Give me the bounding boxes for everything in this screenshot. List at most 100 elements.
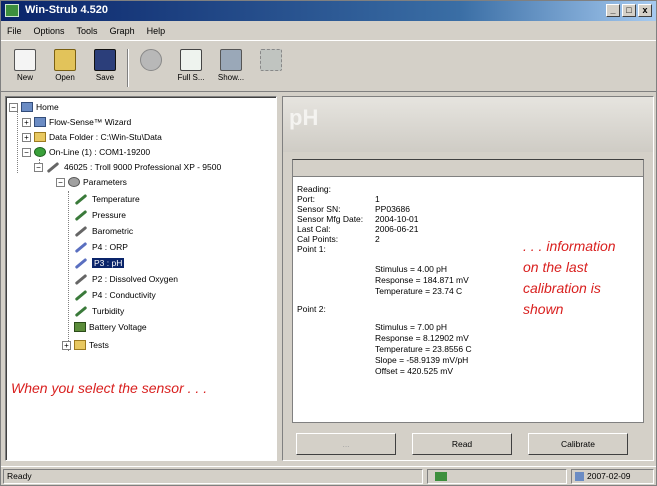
show-label: Show... [217, 73, 245, 82]
tree-item-label: Turbidity [92, 306, 125, 316]
expand-icon[interactable]: + [22, 132, 31, 142]
title-bar[interactable]: Win-Strub 4.520 _ □ x [1, 1, 656, 21]
status-date-text: 2007-02-09 [587, 471, 631, 481]
new-label: New [16, 73, 33, 82]
reading-label: Reading: [297, 184, 332, 194]
tree-item-orp[interactable]: P4 : ORP [74, 241, 128, 253]
tree-item-label: Temperature [92, 194, 140, 204]
tree-item-device[interactable]: − 46025 : Troll 9000 Professional XP - 9… [34, 161, 221, 173]
annotation-right-3: calibration is [523, 280, 601, 296]
calibrate-button[interactable]: Calibrate [528, 433, 628, 455]
detail-header: pH [283, 97, 653, 152]
collapse-icon[interactable]: − [9, 102, 18, 112]
tree-item-label: P4 : ORP [92, 242, 128, 252]
minimize-button[interactable]: _ [606, 4, 620, 17]
tree-item-online[interactable]: − On-Line (1) : COM1-19200 [22, 146, 150, 158]
point1-label: Point 1: [297, 244, 326, 254]
maximize-button[interactable]: □ [622, 4, 636, 17]
tree-item-parameters[interactable]: − Parameters [56, 176, 127, 188]
menu-graph[interactable]: Graph [110, 26, 135, 36]
new-button[interactable]: New [7, 47, 43, 91]
mfg-date-label: Sensor Mfg Date: [297, 214, 364, 224]
save-button[interactable]: Save [87, 47, 123, 91]
menu-tools[interactable]: Tools [77, 26, 98, 36]
point2-slope: Slope = -58.9139 mV/pH [375, 355, 469, 365]
tree-item-label: Barometric [92, 226, 134, 236]
disabled-tool-button[interactable] [133, 47, 169, 91]
tree-item-pressure[interactable]: Pressure [74, 209, 126, 221]
menu-options[interactable]: Options [34, 26, 65, 36]
last-cal-value: 2006-06-21 [375, 224, 419, 234]
stop-icon [140, 49, 162, 71]
probe-icon [74, 289, 88, 301]
tree-item-home[interactable]: − Home [9, 101, 59, 113]
tree-item-temperature[interactable]: Temperature [74, 193, 140, 205]
mfg-date-value: 2004-10-01 [375, 214, 419, 224]
point2-offset: Offset = 420.525 mV [375, 366, 454, 376]
tree-item-label: Flow-Sense™ Wizard [49, 117, 132, 127]
cal-points-label: Cal Points: [297, 234, 339, 244]
close-button[interactable]: x [638, 4, 652, 17]
full-screen-button[interactable]: Full S... [173, 47, 209, 91]
collapse-icon[interactable]: − [34, 162, 43, 172]
calendar-icon [575, 472, 584, 482]
menu-bar: File Options Tools Graph Help [1, 22, 656, 39]
status-text: Ready [3, 469, 423, 484]
point1-stimulus: Stimulus = 4.00 pH [375, 264, 448, 274]
tree-item-label: Pressure [92, 210, 127, 220]
disabled-button[interactable]: ... [296, 433, 396, 455]
detail-panel: pH Reading: Port: 1 Sensor SN: PP03686 S… [282, 96, 654, 461]
show-button[interactable]: Show... [213, 47, 249, 91]
tree-item-barometric[interactable]: Barometric [74, 225, 133, 237]
status-connection [427, 469, 567, 484]
point2-temperature: Temperature = 23.8556 C [375, 344, 472, 354]
probe-icon [74, 209, 88, 221]
tree-item-label: Data Folder : C:\Win-Stu\Data [49, 132, 162, 142]
tree-item-tests[interactable]: + Tests [62, 339, 109, 351]
open-button[interactable]: Open [47, 47, 83, 91]
menu-help[interactable]: Help [147, 26, 166, 36]
floppy-disk-icon [94, 49, 116, 71]
tree-item-label: Home [36, 102, 59, 112]
open-folder-icon [54, 49, 76, 71]
collapse-icon[interactable]: − [56, 177, 65, 187]
probe-icon [74, 225, 88, 237]
tree-item-ph[interactable]: P3 : pH [74, 257, 125, 269]
menu-file[interactable]: File [7, 26, 22, 36]
show-icon [220, 49, 242, 71]
parameters-icon [68, 177, 80, 187]
tree-item-wizard[interactable]: + Flow-Sense™ Wizard [22, 116, 131, 128]
connection-status-icon [435, 472, 447, 482]
tree-item-battery-voltage[interactable]: Battery Voltage [74, 321, 147, 333]
point1-response: Response = 184.871 mV [375, 275, 469, 285]
point2-stimulus: Stimulus = 7.00 pH [375, 322, 448, 332]
tree-item-turbidity[interactable]: Turbidity [74, 305, 124, 317]
tool-icon [260, 49, 282, 71]
instrument-icon [46, 161, 60, 173]
status-bar: Ready 2007-02-09 [1, 466, 656, 485]
window-controls: _ □ x [606, 4, 652, 17]
navigation-tree[interactable]: − Home + Flow-Sense™ Wizard + Data Folde… [5, 96, 277, 461]
app-window: Win-Strub 4.520 _ □ x File Options Tools… [0, 0, 657, 486]
collapse-icon[interactable]: − [22, 147, 31, 157]
save-label: Save [95, 73, 115, 82]
status-date: 2007-02-09 [571, 469, 654, 484]
tests-icon [74, 340, 86, 350]
expand-icon[interactable]: + [22, 117, 31, 127]
annotation-right-2: on the last [523, 259, 588, 275]
tree-item-label: Battery Voltage [89, 322, 147, 332]
tree-connector [17, 111, 18, 173]
read-button[interactable]: Read [412, 433, 512, 455]
settings-tool-button[interactable] [253, 47, 289, 91]
tree-item-label: On-Line (1) : COM1-19200 [49, 147, 151, 157]
connection-icon [34, 147, 46, 157]
tree-item-label: Parameters [83, 177, 127, 187]
port-value: 1 [375, 194, 380, 204]
tree-item-conductivity[interactable]: P4 : Conductivity [74, 289, 156, 301]
tree-item-dissolved-oxygen[interactable]: P2 : Dissolved Oxygen [74, 273, 178, 285]
expand-icon[interactable]: + [62, 340, 71, 350]
probe-icon [74, 257, 88, 269]
tree-item-label: P4 : Conductivity [92, 290, 156, 300]
info-box-header-strip [293, 160, 643, 177]
tree-item-data-folder[interactable]: + Data Folder : C:\Win-Stu\Data [22, 131, 162, 143]
